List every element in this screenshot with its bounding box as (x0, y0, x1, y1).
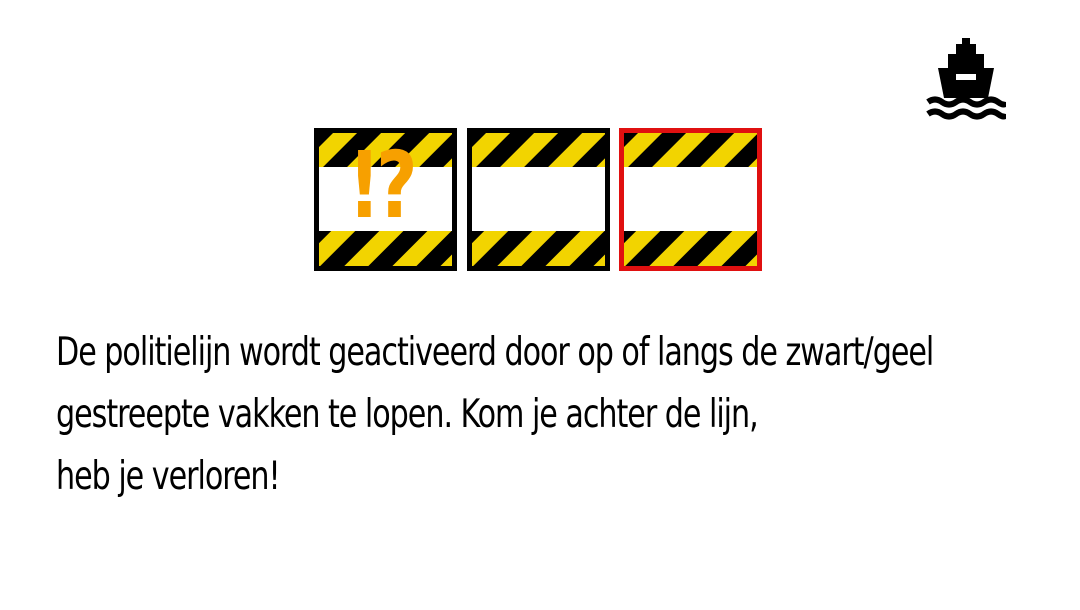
instructions-text: De politielijn wordt geactiveerd door op… (56, 322, 934, 508)
hazard-tile-question[interactable]: !? (314, 128, 457, 271)
exclamation-question-mark: !? (348, 132, 418, 239)
hazard-tiles: !? (314, 128, 762, 271)
instructions-line-1: De politielijn wordt geactiveerd door op… (56, 330, 934, 375)
hazard-tile-plain[interactable] (467, 128, 610, 271)
ship-icon (926, 38, 1006, 120)
hazard-tile-selected[interactable] (619, 128, 762, 271)
instructions-line-3: heb je verloren! (56, 454, 281, 499)
instructions-line-2: gestreepte vakken te lopen. Kom je achte… (56, 392, 759, 437)
